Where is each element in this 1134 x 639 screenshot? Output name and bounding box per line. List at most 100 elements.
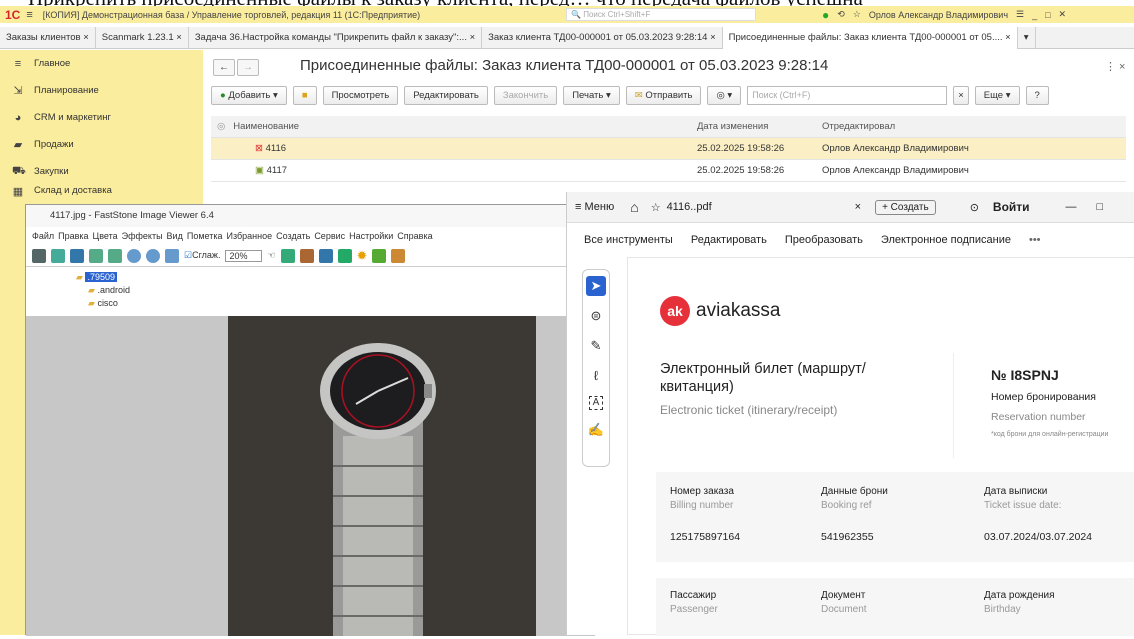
lasso-icon[interactable]: ℓ xyxy=(586,366,606,386)
convert-tab[interactable]: Преобразовать xyxy=(785,234,863,246)
send-button[interactable]: ✉ Отправить xyxy=(625,86,702,105)
hand-icon[interactable]: ☜ xyxy=(267,250,275,261)
comment-icon[interactable]: ⊜ xyxy=(586,306,606,326)
maximize-icon[interactable]: □ xyxy=(1045,10,1050,20)
image-viewport[interactable] xyxy=(26,316,595,636)
sun-icon[interactable]: ✹ xyxy=(357,248,368,264)
more-tools-icon[interactable]: ••• xyxy=(1029,234,1041,246)
tree-item[interactable]: ▰ cisco xyxy=(88,298,595,306)
col-date[interactable]: Дата изменения xyxy=(691,116,816,137)
edit-tab[interactable]: Редактировать xyxy=(691,234,767,246)
sidebar-item-planning[interactable]: ⇲ Планирование xyxy=(0,77,203,104)
tree-item[interactable]: ▰ .android xyxy=(88,285,595,296)
tab-scanmark[interactable]: Scanmark 1.23.1 × xyxy=(96,27,189,49)
current-user[interactable]: Орлов Александр Владимирович xyxy=(869,10,1008,20)
col-editor[interactable]: Отредактировал xyxy=(816,116,1126,137)
notification-icon[interactable]: ● xyxy=(822,8,829,22)
pdf-tab-title[interactable]: 4116..pdf xyxy=(667,201,712,213)
tree-item[interactable]: ▰ .79509 xyxy=(76,272,595,283)
home-icon[interactable]: ⌂ xyxy=(630,199,638,215)
menu-file[interactable]: Файл xyxy=(32,227,54,245)
next-icon[interactable] xyxy=(108,248,122,263)
color-icon[interactable] xyxy=(337,248,352,263)
fit-icon[interactable] xyxy=(165,248,179,263)
sidebar-item-sales[interactable]: ▰ Продажи xyxy=(0,131,203,158)
sidebar-item-crm[interactable]: ◕ CRM и маркетинг xyxy=(0,104,203,131)
save-icon[interactable] xyxy=(70,248,84,263)
camera-icon[interactable] xyxy=(32,248,46,263)
add-folder-button[interactable]: ■ xyxy=(292,86,317,105)
effects-icon[interactable] xyxy=(280,248,295,263)
cursor-icon[interactable]: ➤ xyxy=(586,276,606,296)
menu-help[interactable]: Справка xyxy=(397,227,432,245)
col-name[interactable]: ◎ Наименование xyxy=(211,116,691,137)
menu-create[interactable]: Создать xyxy=(276,227,310,245)
star-icon[interactable]: ☆ xyxy=(651,201,661,214)
help-button[interactable]: ? xyxy=(1025,86,1049,105)
settings-icon[interactable]: ☰ xyxy=(1016,9,1024,20)
tab-attached-files[interactable]: Присоединенные файлы: Заказ клиента ТД00… xyxy=(722,27,1018,49)
zoom-out-icon[interactable] xyxy=(146,248,160,263)
sign-tab[interactable]: Электронное подписание xyxy=(881,234,1011,246)
text-select-icon[interactable]: A xyxy=(589,396,603,410)
form-menu-icon[interactable]: ⋮ × xyxy=(1105,60,1125,73)
sign-icon[interactable]: ✍ xyxy=(586,420,606,440)
menu-settings[interactable]: Настройки xyxy=(349,227,393,245)
ticket-heading-en: Electronic ticket (itinerary/receipt) xyxy=(660,403,838,417)
crop-icon[interactable] xyxy=(299,248,314,263)
smooth-checkbox[interactable]: ☑Сглаж. xyxy=(184,250,220,261)
table-row[interactable]: ⊠ 4116 25.02.2025 19:58:26 Орлов Алексан… xyxy=(211,138,1126,160)
share-icon[interactable] xyxy=(391,248,406,263)
menu-service[interactable]: Сервис xyxy=(314,227,345,245)
more-actions-button[interactable]: ◎ ▾ xyxy=(707,86,742,105)
global-search-input[interactable]: 🔍 Поиск Ctrl+Shift+F xyxy=(566,8,756,21)
close-icon[interactable]: ✕ xyxy=(1059,9,1067,20)
menu-view[interactable]: Вид xyxy=(167,227,183,245)
sidebar-lower xyxy=(0,210,25,635)
hamburger-icon[interactable]: ≡ xyxy=(26,9,32,21)
resize-icon[interactable] xyxy=(318,248,333,263)
zoom-in-icon[interactable] xyxy=(127,248,141,263)
more-button[interactable]: Еще ▾ xyxy=(974,86,1020,105)
print-button[interactable]: Печать ▾ xyxy=(563,86,620,105)
menu-colors[interactable]: Цвета xyxy=(93,227,118,245)
close-tab-icon[interactable]: × xyxy=(855,201,861,213)
tabs-dropdown-icon[interactable]: ▾ xyxy=(1018,27,1036,49)
sidebar-item-main[interactable]: ≡ Главное xyxy=(0,50,203,77)
pdf-menu-button[interactable]: ≡ Меню xyxy=(575,201,614,213)
tab-orders[interactable]: Заказы клиентов × xyxy=(0,27,96,49)
minimize-icon[interactable]: — xyxy=(1066,201,1077,213)
forward-button[interactable]: → xyxy=(237,59,259,76)
sidebar-item-purchases[interactable]: ⛟ Закупки xyxy=(0,158,203,185)
login-button[interactable]: Войти xyxy=(993,200,1030,214)
create-button[interactable]: + Создать xyxy=(875,199,936,215)
pen-icon[interactable]: ✎ xyxy=(586,336,606,356)
open-icon[interactable] xyxy=(51,248,65,263)
menu-tag[interactable]: Пометка xyxy=(187,227,223,245)
add-button[interactable]: ● Добавить ▾ xyxy=(211,86,287,105)
clear-search-button[interactable]: × xyxy=(953,86,969,105)
faststone-title: 4117.jpg - FastStone Image Viewer 6.4 xyxy=(26,205,594,227)
order-number: Номер заказа Billing number 125175897164 xyxy=(670,486,741,543)
edit-button[interactable]: Редактировать xyxy=(404,86,488,105)
zoom-select[interactable]: 20% xyxy=(225,249,263,262)
view-button[interactable]: Просмотреть xyxy=(322,86,399,105)
history-icon[interactable]: ⟲ xyxy=(837,9,845,20)
prev-icon[interactable] xyxy=(89,248,103,263)
tab-order-td00[interactable]: Заказ клиента ТД00-000001 от 05.03.2023 … xyxy=(482,27,723,49)
menu-effects[interactable]: Эффекты xyxy=(122,227,163,245)
finish-button[interactable]: Закончить xyxy=(493,86,558,105)
minimize-icon[interactable]: _ xyxy=(1032,10,1037,20)
star-icon[interactable]: ☆ xyxy=(853,9,861,20)
all-tools-tab[interactable]: Все инструменты xyxy=(584,234,673,246)
person-icon[interactable] xyxy=(372,248,387,263)
maximize-icon[interactable]: □ xyxy=(1097,201,1104,213)
tab-task-36[interactable]: Задача 36.Настройка команды "Прикрепить … xyxy=(189,27,483,49)
table-row[interactable]: ▣ 4117 25.02.2025 19:58:26 Орлов Алексан… xyxy=(211,160,1126,182)
sidebar-item-warehouse[interactable]: ▦ Склад и доставка xyxy=(0,185,203,197)
search-input[interactable]: Поиск (Ctrl+F) xyxy=(747,86,948,105)
back-button[interactable]: ← xyxy=(213,59,235,76)
menu-edit[interactable]: Правка xyxy=(58,227,88,245)
menu-favorites[interactable]: Избранное xyxy=(226,227,272,245)
help-icon[interactable]: ⊙ xyxy=(970,201,979,214)
